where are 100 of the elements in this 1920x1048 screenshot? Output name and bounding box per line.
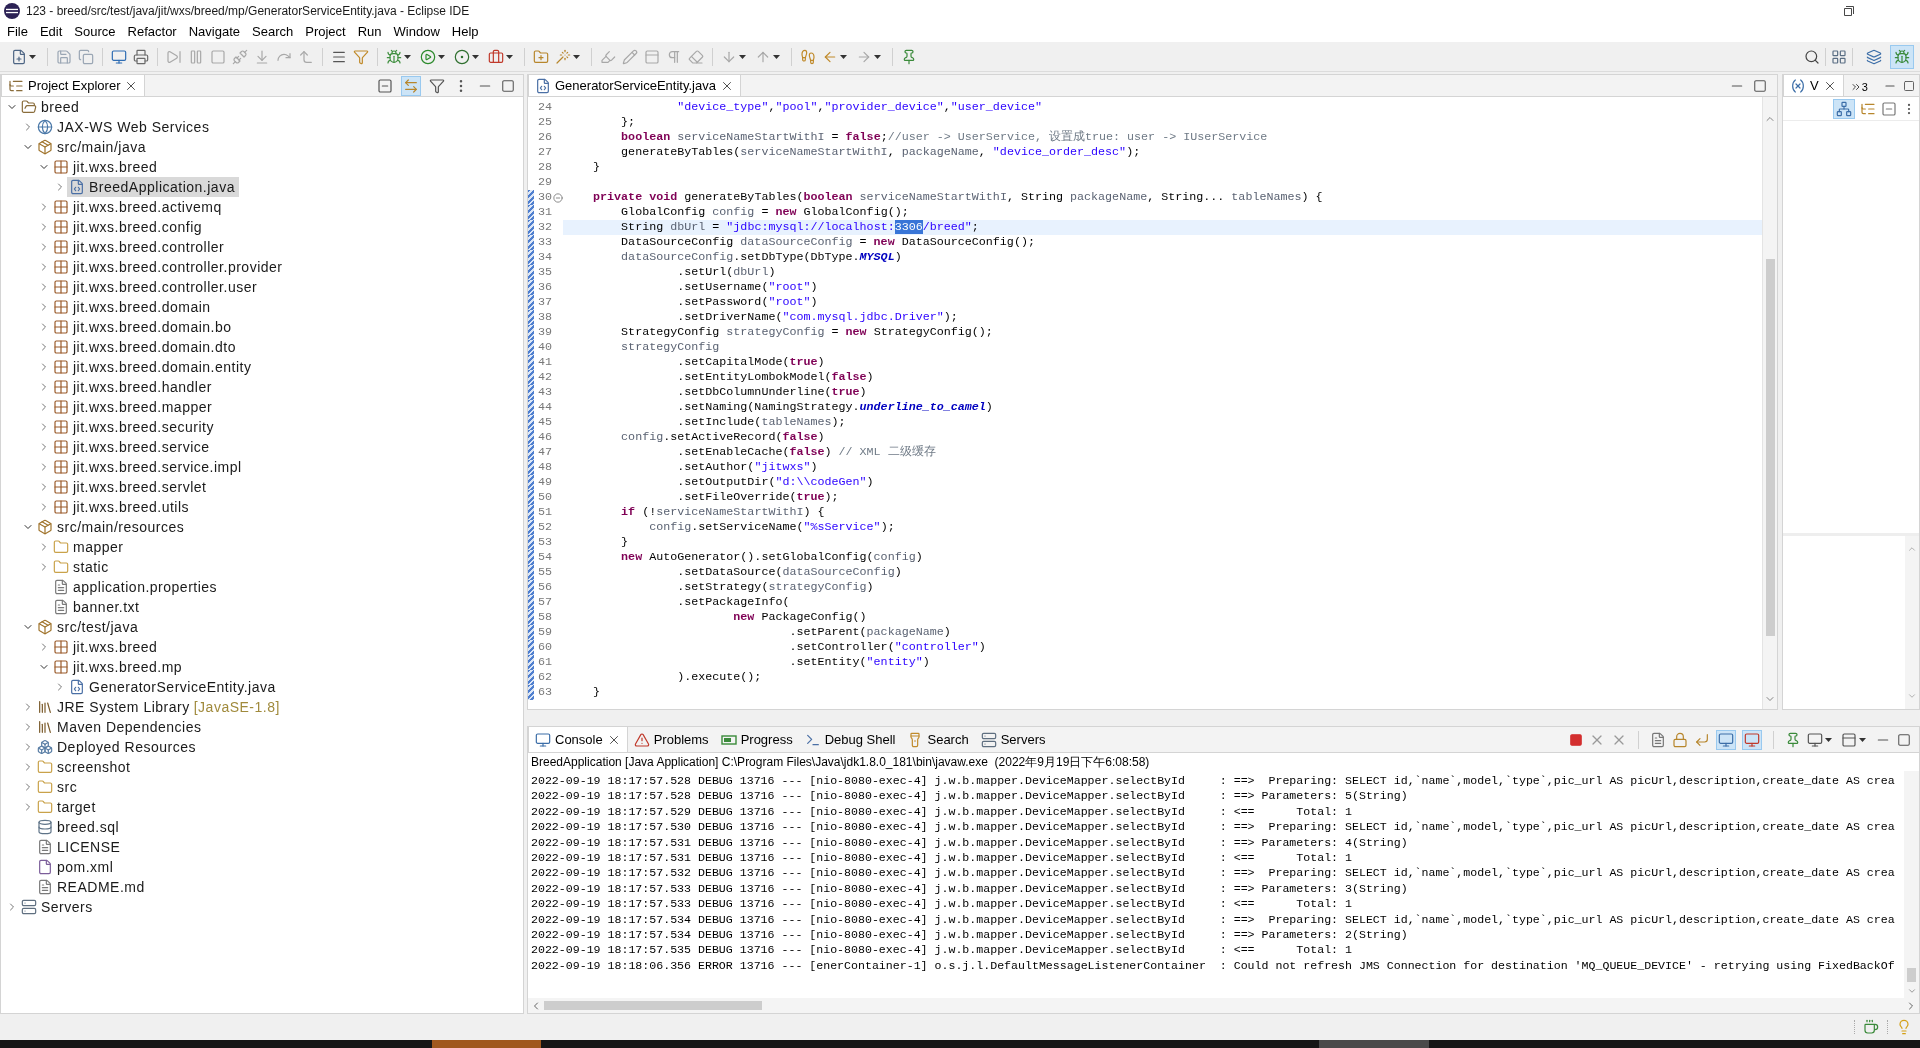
- tree-item[interactable]: jit.wxs.breed.mapper: [51, 397, 217, 417]
- tree-item[interactable]: static: [51, 557, 113, 577]
- play-icon[interactable]: [420, 48, 436, 65]
- scroll-down-icon[interactable]: [1907, 691, 1917, 701]
- monitor-icon[interactable]: [1807, 731, 1823, 748]
- eraser-icon[interactable]: [688, 48, 704, 65]
- tree-item[interactable]: Deployed Resources: [35, 737, 200, 757]
- tree-item[interactable]: jit.wxs.breed.domain.dto: [51, 337, 240, 357]
- tree-item[interactable]: Servers: [19, 897, 97, 917]
- tree-item[interactable]: target: [35, 797, 100, 817]
- menu-item[interactable]: Edit: [33, 22, 69, 42]
- tree-item[interactable]: application.properties: [51, 577, 222, 597]
- stop-icon[interactable]: [1569, 732, 1583, 747]
- copy-icon[interactable]: [78, 48, 94, 65]
- view-tab[interactable]: Problems: [627, 727, 715, 752]
- tree-item[interactable]: jit.wxs.breed.handler: [51, 377, 216, 397]
- skip-forward-icon[interactable]: [166, 48, 182, 65]
- fold-minus-icon[interactable]: [552, 192, 563, 203]
- scrollbar-track[interactable]: [528, 998, 1919, 1013]
- tree-item[interactable]: jit.wxs.breed.domain: [51, 297, 215, 317]
- dropdown-caret-icon[interactable]: [874, 54, 881, 59]
- scrollbar-track[interactable]: [1762, 97, 1777, 709]
- dropdown-caret-icon[interactable]: [29, 54, 36, 59]
- menu-item[interactable]: Project: [299, 22, 352, 42]
- save-icon[interactable]: [56, 48, 72, 65]
- tree-item[interactable]: src/main/resources: [35, 517, 189, 537]
- tree-item[interactable]: breed.sql: [35, 817, 124, 837]
- tree-item[interactable]: jit.wxs.breed: [51, 157, 162, 177]
- pencil-icon[interactable]: [622, 48, 638, 65]
- menu-item[interactable]: Refactor: [121, 22, 183, 42]
- dropdown-caret-icon[interactable]: [506, 54, 513, 59]
- scroll-down-icon[interactable]: [1906, 986, 1917, 996]
- view-tab[interactable]: Progress: [714, 727, 799, 752]
- tree-item[interactable]: jit.wxs.breed: [51, 637, 162, 657]
- collapse-all-icon[interactable]: [377, 77, 393, 94]
- footprints-icon[interactable]: [800, 48, 816, 65]
- pause-icon[interactable]: [188, 48, 204, 65]
- file-plus-icon[interactable]: [11, 48, 27, 65]
- tree-item[interactable]: jit.wxs.breed.domain.entity: [51, 357, 256, 377]
- dropdown-caret-icon[interactable]: [573, 54, 580, 59]
- tree-item[interactable]: jit.wxs.breed.service.impl: [51, 457, 246, 477]
- document-icon[interactable]: [1650, 731, 1666, 748]
- coffee-icon[interactable]: [1863, 1019, 1879, 1035]
- view-tab[interactable]: Search: [901, 727, 975, 752]
- tree-item[interactable]: src/main/java: [35, 137, 150, 157]
- collapse-all-icon[interactable]: [1881, 100, 1897, 117]
- briefcase-icon[interactable]: [488, 48, 504, 65]
- scrollbar-thumb[interactable]: [544, 1001, 762, 1010]
- restore-icon[interactable]: [1844, 6, 1854, 16]
- tree-item[interactable]: src: [35, 777, 82, 797]
- target-icon[interactable]: [454, 48, 470, 65]
- tree-item[interactable]: jit.wxs.breed.utils: [51, 497, 194, 517]
- tree-item[interactable]: jit.wxs.breed.servlet: [51, 477, 211, 497]
- pilcrow-icon[interactable]: [666, 48, 682, 65]
- tree-item[interactable]: GeneratorServiceEntity.java: [67, 677, 280, 697]
- view-tab[interactable]: GeneratorServiceEntity.java: [528, 75, 741, 96]
- panel-icon[interactable]: [1841, 731, 1857, 748]
- tree-item[interactable]: jit.wxs.breed.security: [51, 417, 218, 437]
- tree-item[interactable]: banner.txt: [51, 597, 144, 617]
- dropdown-caret-icon[interactable]: [472, 54, 479, 59]
- tree-item[interactable]: src/test/java: [35, 617, 143, 637]
- dropdown-caret-icon[interactable]: [438, 54, 445, 59]
- tree-item[interactable]: mapper: [51, 537, 128, 557]
- maximize-icon[interactable]: [1897, 732, 1911, 747]
- view-tab[interactable]: Debug Shell: [798, 727, 902, 752]
- printer-icon[interactable]: [133, 48, 149, 65]
- pin-icon[interactable]: [1785, 731, 1801, 748]
- arrow-down-line-icon[interactable]: [254, 48, 270, 65]
- menu-item[interactable]: File: [1, 22, 34, 42]
- grid-layout-icon[interactable]: [1831, 48, 1847, 65]
- tree-item[interactable]: jit.wxs.breed.activemq: [51, 197, 226, 217]
- scroll-up-icon[interactable]: [1907, 544, 1917, 554]
- tree-item[interactable]: jit.wxs.breed.domain.bo: [51, 317, 236, 337]
- menu-item[interactable]: Help: [445, 22, 485, 42]
- search-icon[interactable]: [1804, 48, 1820, 65]
- dropdown-caret-icon[interactable]: [739, 54, 746, 59]
- scrollbar-track[interactable]: [1905, 536, 1919, 709]
- view-tab[interactable]: Console: [528, 727, 628, 752]
- more-views-button[interactable]: 3: [1849, 78, 1868, 93]
- dropdown-caret-icon[interactable]: [773, 54, 780, 59]
- pin-icon[interactable]: [901, 48, 917, 65]
- scrollbar-thumb[interactable]: [1765, 259, 1775, 636]
- scrollbar-track[interactable]: [1904, 771, 1919, 998]
- menu-item[interactable]: Source: [68, 22, 122, 42]
- filter-icon[interactable]: [429, 77, 445, 94]
- tree-item[interactable]: JRE System Library [JavaSE-1.8]: [35, 697, 284, 717]
- folder-plus-icon[interactable]: [533, 48, 549, 65]
- view-tab[interactable]: V: [1783, 75, 1844, 96]
- dropdown-caret-icon[interactable]: [1825, 737, 1832, 742]
- wrap-arrow-icon[interactable]: [1694, 731, 1710, 748]
- view-tab[interactable]: Project Explorer: [1, 75, 146, 96]
- tree-item[interactable]: jit.wxs.breed.service: [51, 437, 214, 457]
- lightbulb-icon[interactable]: [1896, 1019, 1912, 1035]
- maximize-icon[interactable]: [1753, 78, 1767, 93]
- menu-item[interactable]: Navigate: [182, 22, 246, 42]
- panel-icon[interactable]: [644, 48, 660, 65]
- tree-item[interactable]: pom.xml: [35, 857, 118, 877]
- menu-item[interactable]: Window: [387, 22, 446, 42]
- corner-arrow-icon[interactable]: [298, 48, 314, 65]
- tree-item[interactable]: Maven Dependencies: [35, 717, 206, 737]
